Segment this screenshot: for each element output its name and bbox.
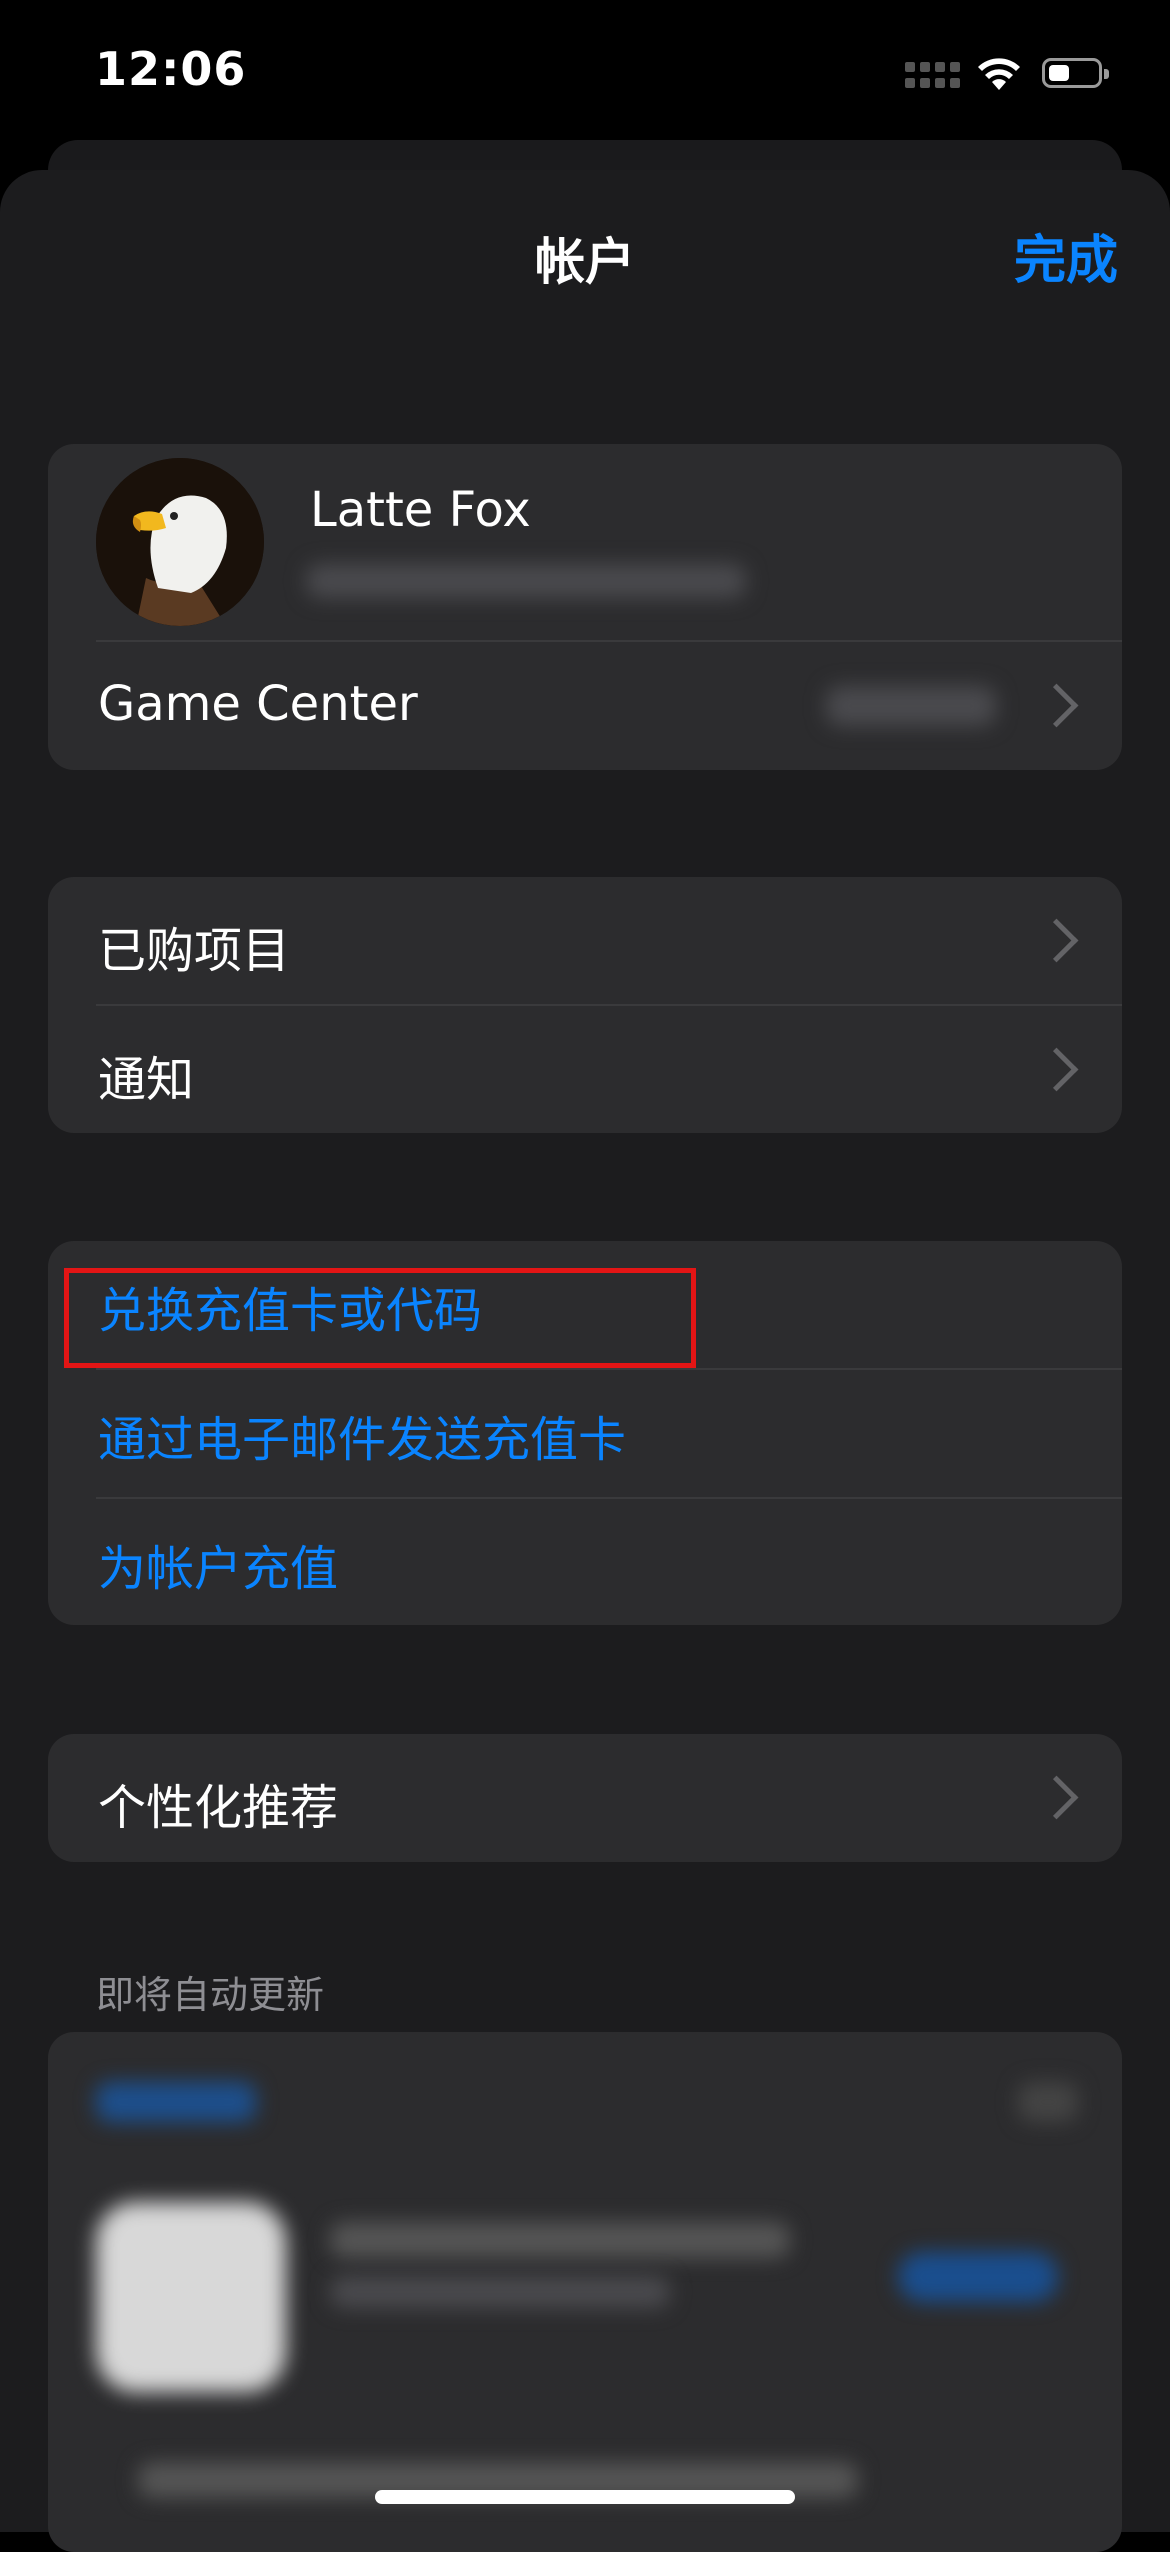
upcoming-action-redacted: [1018, 2082, 1078, 2122]
profile-row[interactable]: Latte Fox: [48, 444, 1122, 640]
add-funds-link: 为帐户充值: [98, 1541, 339, 1597]
highlight-box: [64, 1268, 696, 1368]
purchases-group: 已购项目 通知: [48, 877, 1122, 1133]
eagle-avatar-icon: [96, 458, 264, 626]
profile-group: Latte Fox Game Center: [48, 444, 1122, 770]
chevron-right-icon: [1034, 1047, 1079, 1092]
app-button-redacted: [898, 2252, 1058, 2302]
game-center-value-redacted: [826, 686, 996, 726]
chevron-right-icon: [1034, 1775, 1079, 1820]
upcoming-group: [48, 2032, 1122, 2552]
app-icon-redacted: [96, 2202, 286, 2392]
avatar: [96, 458, 264, 626]
game-center-label: Game Center: [98, 676, 418, 732]
page-title: 帐户: [535, 233, 635, 291]
status-time: 12:06: [95, 42, 247, 96]
add-funds-row[interactable]: 为帐户充值: [48, 1499, 1122, 1625]
chevron-right-icon: [1034, 918, 1079, 963]
home-indicator[interactable]: [375, 2490, 795, 2504]
purchased-row[interactable]: 已购项目: [48, 877, 1122, 1004]
upcoming-header: 即将自动更新: [96, 1973, 325, 2017]
game-center-row[interactable]: Game Center: [48, 642, 1122, 770]
wifi-icon: [978, 58, 1020, 90]
cellular-signal-icon: [905, 62, 961, 92]
app-subtitle-redacted: [330, 2276, 670, 2308]
send-gift-card-link: 通过电子邮件发送充值卡: [98, 1412, 627, 1468]
notifications-label: 通知: [98, 1052, 195, 1108]
personalized-group: 个性化推荐: [48, 1734, 1122, 1862]
personalized-row[interactable]: 个性化推荐: [48, 1734, 1122, 1862]
email-redacted: [306, 564, 746, 598]
notifications-row[interactable]: 通知: [48, 1006, 1122, 1133]
status-bar: 12:06: [0, 0, 1170, 150]
purchased-label: 已购项目: [98, 923, 291, 979]
personalized-label: 个性化推荐: [98, 1780, 339, 1836]
send-gift-card-row[interactable]: 通过电子邮件发送充值卡: [48, 1370, 1122, 1497]
done-button[interactable]: 完成: [1014, 218, 1118, 293]
upcoming-link-redacted: [96, 2082, 256, 2122]
chevron-right-icon: [1034, 683, 1079, 728]
profile-name: Latte Fox: [310, 482, 531, 538]
app-title-redacted: [330, 2222, 790, 2258]
battery-icon: [1042, 58, 1109, 88]
